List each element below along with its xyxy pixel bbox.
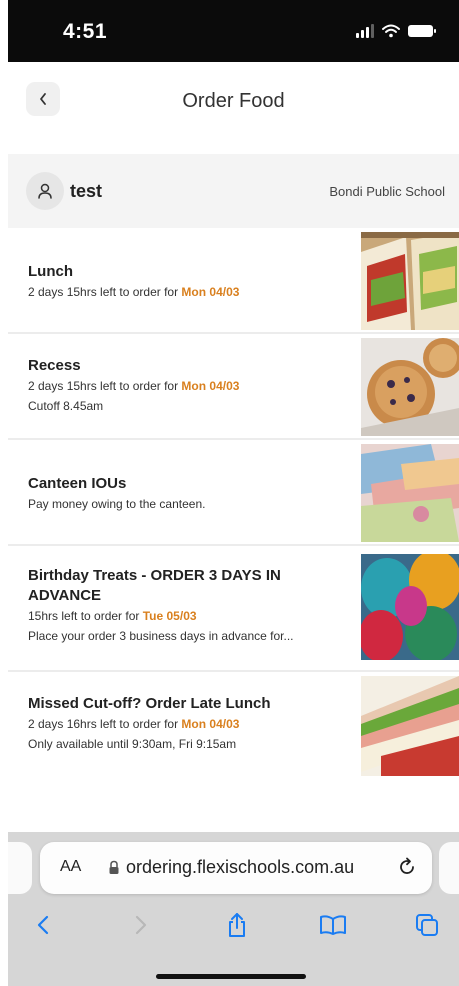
browser-toolbar [8, 910, 459, 946]
tabs-button[interactable] [412, 910, 442, 940]
menu-item-lunch[interactable]: Lunch 2 days 15hrs left to order for Mon… [8, 228, 459, 334]
menu-item-recess[interactable]: Recess 2 days 15hrs left to order for Mo… [8, 334, 459, 440]
url-text: ordering.flexischools.com.au [126, 857, 355, 877]
menu-item-canteen-ious[interactable]: Canteen IOUs Pay money owing to the cant… [8, 440, 459, 546]
item-title: Recess [28, 357, 81, 374]
wifi-icon [382, 24, 400, 38]
next-tab[interactable] [439, 842, 459, 894]
item-title: Birthday Treats - ORDER 3 DAYS IN ADVANC… [28, 567, 281, 604]
battery-icon [408, 25, 436, 37]
balloons-image [361, 554, 459, 660]
student-selector[interactable]: test Bondi Public School [8, 154, 459, 228]
avatar [26, 172, 64, 210]
forward-nav-button[interactable] [126, 910, 156, 940]
menu-item-late-lunch[interactable]: Missed Cut-off? Order Late Lunch 2 days … [8, 672, 459, 782]
menu-item-text: Missed Cut-off? Order Late Lunch 2 days … [28, 694, 351, 754]
item-deadline: 2 days 15hrs left to order for Mon 04/03 [28, 379, 240, 393]
muffin-image [361, 338, 459, 436]
menu-item-text: Birthday Treats - ORDER 3 DAYS IN ADVANC… [28, 566, 351, 646]
page-title: Order Food [182, 90, 285, 112]
menu-item-birthday-treats[interactable]: Birthday Treats - ORDER 3 DAYS IN ADVANC… [8, 546, 459, 672]
item-note: Cutoff 8.45am [28, 399, 104, 413]
item-note: Only available until 9:30am, Fri 9:15am [28, 737, 237, 751]
back-nav-button[interactable] [28, 910, 58, 940]
item-title: Canteen IOUs [28, 475, 127, 492]
phone-screen: 4:51 Order Food test Bondi Public School… [0, 0, 459, 986]
share-icon [229, 913, 245, 937]
item-title: Lunch [28, 263, 73, 280]
menu-list: Lunch 2 days 15hrs left to order for Mon… [8, 228, 459, 782]
bookmarks-button[interactable] [318, 910, 348, 940]
home-indicator [156, 974, 306, 979]
item-deadline: 15hrs left to order for Tue 05/03 [28, 609, 197, 623]
book-icon [320, 915, 346, 935]
header: Order Food [8, 62, 459, 154]
order-date: Mon 04/03 [181, 285, 240, 299]
sandwich-image [361, 232, 459, 330]
menu-item-text: Lunch 2 days 15hrs left to order for Mon… [28, 262, 351, 302]
menu-item-text: Canteen IOUs Pay money owing to the cant… [28, 474, 351, 514]
address-bar[interactable]: AA ordering.flexischools.com.au [40, 842, 432, 894]
reload-icon[interactable] [396, 856, 418, 878]
tabs-icon [416, 914, 438, 936]
status-bar: 4:51 [8, 0, 459, 62]
money-image [361, 444, 459, 542]
user-icon [38, 183, 52, 199]
lock-icon [109, 860, 119, 874]
reader-settings-button[interactable]: AA [60, 858, 81, 876]
item-deadline: 2 days 15hrs left to order for Mon 04/03 [28, 285, 240, 299]
chevron-left-icon [37, 915, 49, 935]
item-description: Pay money owing to the canteen. [28, 497, 206, 511]
order-date: Mon 04/03 [181, 379, 240, 393]
status-icons [356, 24, 436, 38]
item-note: Place your order 3 business days in adva… [28, 629, 294, 643]
order-date: Tue 05/03 [142, 609, 197, 623]
status-time: 4:51 [63, 20, 108, 43]
order-date: Mon 04/03 [181, 717, 240, 731]
chevron-right-icon [135, 915, 147, 935]
browser-chrome: AA ordering.flexischools.com.au [8, 832, 459, 986]
item-title: Missed Cut-off? Order Late Lunch [28, 695, 271, 712]
signal-icon [356, 24, 374, 38]
previous-tab[interactable] [8, 842, 32, 894]
school-name: Bondi Public School [329, 184, 445, 199]
student-name: test [70, 181, 103, 201]
menu-item-text: Recess 2 days 15hrs left to order for Mo… [28, 356, 351, 416]
item-deadline: 2 days 16hrs left to order for Mon 04/03 [28, 717, 240, 731]
wrap-image [361, 676, 459, 776]
share-button[interactable] [222, 910, 252, 940]
